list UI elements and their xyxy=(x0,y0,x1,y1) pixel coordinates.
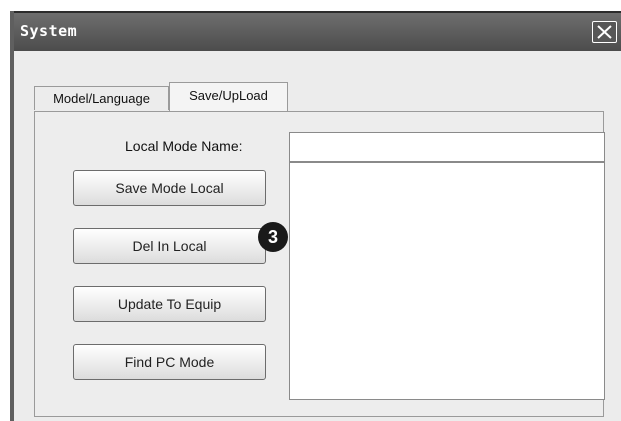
title-bar-edge xyxy=(14,11,621,13)
save-upload-panel: Local Mode Name: Save Mode Local Del In … xyxy=(34,111,605,417)
local-mode-name-input[interactable] xyxy=(289,132,605,162)
window-title: System xyxy=(20,22,78,40)
tab-save-upload[interactable]: Save/UpLoad xyxy=(169,82,288,111)
del-in-local-button[interactable]: Del In Local xyxy=(73,228,266,264)
update-to-equip-button[interactable]: Update To Equip xyxy=(73,286,266,322)
local-mode-name-label: Local Mode Name: xyxy=(125,138,243,154)
close-button[interactable] xyxy=(592,21,617,43)
system-window: System Model/Language Save/UpLoad Local … xyxy=(10,11,621,421)
title-bar[interactable]: System xyxy=(14,11,621,51)
callout-number-badge: 3 xyxy=(258,222,288,252)
tab-model-language[interactable]: Model/Language xyxy=(34,86,169,110)
close-icon xyxy=(597,25,612,39)
local-mode-list[interactable] xyxy=(289,162,605,400)
find-pc-mode-button[interactable]: Find PC Mode xyxy=(73,344,266,380)
save-mode-local-button[interactable]: Save Mode Local xyxy=(73,170,266,206)
